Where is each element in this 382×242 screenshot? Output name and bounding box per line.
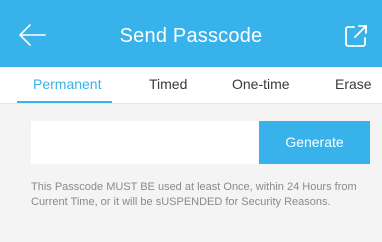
passcode-hint-text: This Passcode MUST BE used at least Once… xyxy=(31,181,357,208)
tab-divider xyxy=(0,103,382,104)
tab-permanent[interactable]: Permanent xyxy=(33,67,101,101)
passcode-input-row: Generate xyxy=(31,121,370,164)
share-button[interactable] xyxy=(342,22,370,50)
generate-button[interactable]: Generate xyxy=(259,121,370,164)
share-icon xyxy=(345,25,367,47)
send-passcode-screen: Send Passcode Permanent Timed One-time E… xyxy=(0,0,382,242)
passcode-input[interactable] xyxy=(31,121,259,164)
tab-one-time[interactable]: One-time xyxy=(232,67,290,101)
header-bar: Send Passcode xyxy=(0,0,382,67)
tab-timed[interactable]: Timed xyxy=(149,67,187,101)
tab-bar: Permanent Timed One-time Erase xyxy=(0,67,382,104)
tab-erase[interactable]: Erase xyxy=(335,67,372,101)
page-title: Send Passcode xyxy=(119,25,263,47)
